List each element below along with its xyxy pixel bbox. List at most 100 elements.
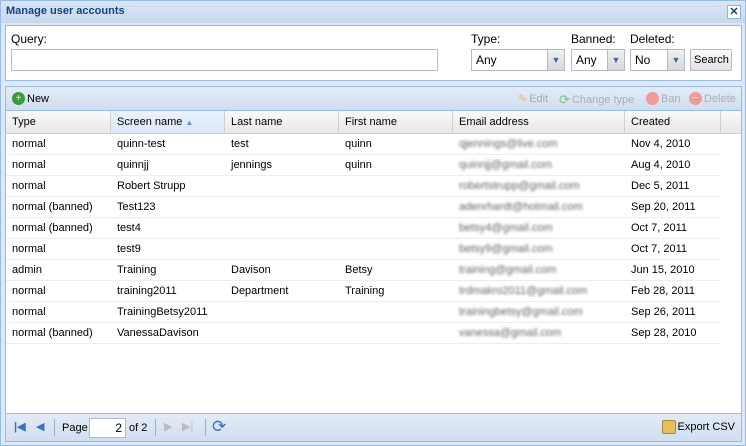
export-csv-button[interactable]: Export CSV: [661, 420, 735, 434]
type-select[interactable]: Any ▼: [471, 49, 565, 71]
search-button[interactable]: Search: [690, 49, 732, 71]
cell-first-name: quinn: [345, 138, 372, 150]
cell-type: normal (banned): [12, 222, 93, 234]
table-row[interactable]: normal (banned) VanessaDavison vanessa@gma…: [6, 323, 721, 344]
cell-first-name: Training: [345, 285, 385, 297]
cell-first-name: [339, 218, 453, 238]
search-form: Query: Type: Any ▼ Banned: Any ▼ Deleted: …: [5, 25, 742, 81]
cell-created: Jun 15, 2010: [631, 264, 695, 276]
column-header-last-name[interactable]: Last name: [225, 111, 339, 133]
refresh-arrows-icon: ⟳: [559, 92, 570, 107]
banned-value: Any: [576, 53, 597, 67]
cell-created: Feb 28, 2011: [631, 285, 696, 297]
cell-type: normal (banned): [12, 327, 93, 339]
table-row[interactable]: normal (banned) test4 betsy4@gmail.com Oct …: [6, 218, 721, 239]
cell-screen-name: training2011: [117, 285, 177, 297]
cell-last-name: [225, 176, 339, 196]
window-title-bar: Manage user accounts ✕: [1, 1, 745, 23]
cell-created: Dec 5, 2011: [631, 180, 690, 192]
table-row[interactable]: normal quinn-test test quinn qjennings@live.…: [6, 134, 721, 155]
page-number-input[interactable]: [89, 418, 126, 438]
delete-icon: −: [689, 92, 702, 105]
cell-type: normal: [12, 306, 46, 318]
table-row[interactable]: normal (banned) Test123 adenrhardt@hotmail…: [6, 197, 721, 218]
ban-label: Ban: [661, 92, 681, 105]
chevron-down-icon[interactable]: ▼: [547, 50, 564, 70]
cell-last-name: jennings: [231, 159, 272, 171]
chevron-down-icon[interactable]: ▼: [607, 50, 624, 70]
first-page-icon[interactable]: |◀: [14, 420, 26, 433]
export-icon: [661, 420, 676, 434]
cell-last-name: [225, 302, 339, 322]
new-button[interactable]: + New: [12, 92, 49, 105]
column-header-created[interactable]: Created: [625, 111, 721, 133]
cell-type: normal: [12, 285, 46, 297]
cell-first-name: [339, 197, 453, 217]
cell-created: Sep 20, 2011: [631, 201, 696, 213]
new-label: New: [27, 92, 50, 105]
cell-type: normal: [12, 243, 46, 255]
cell-last-name: Davison: [231, 264, 271, 276]
banned-select[interactable]: Any ▼: [571, 49, 625, 71]
export-csv-label: Export CSV: [677, 421, 735, 433]
manage-user-accounts-window: Manage user accounts ✕ Query: Type: Any ▼…: [0, 0, 746, 446]
next-page-icon[interactable]: ▶: [164, 420, 172, 433]
query-input[interactable]: [11, 49, 438, 71]
cell-screen-name: TrainingBetsy2011: [117, 306, 208, 318]
query-label: Query:: [11, 32, 48, 46]
users-grid: + New ✎ Edit ⟳ Change type Ban − Delete Type…: [5, 86, 742, 442]
paging-toolbar: |◀ ◀ Page of 2 ▶ ▶| ⟳ Export CSV: [6, 413, 741, 441]
change-type-button[interactable]: ⟳ Change type: [559, 92, 634, 108]
grid-header: Type Screen name ▲ Last name First name …: [6, 111, 741, 134]
cell-email: training@gmail.com: [459, 264, 557, 276]
cell-created: Oct 7, 2011: [631, 222, 688, 234]
cell-last-name: Department: [231, 285, 289, 297]
add-icon: +: [12, 92, 25, 105]
grid-body: normal quinn-test test quinn qjennings@live.…: [6, 134, 741, 344]
table-row[interactable]: normal quinnjj jennings quinn quinnjj@gmail.…: [6, 155, 721, 176]
deleted-select[interactable]: No ▼: [630, 49, 685, 71]
refresh-icon[interactable]: ⟳: [212, 417, 226, 437]
cell-first-name: [339, 302, 453, 322]
cell-first-name: [339, 323, 453, 343]
table-row[interactable]: normal Robert Strupp robertstrupp@gmail.co…: [6, 176, 721, 197]
cell-screen-name: test4: [117, 222, 141, 234]
cell-type: normal: [12, 180, 46, 192]
cell-email: vanessa@gmail.com: [459, 327, 562, 339]
page-label: Page: [62, 422, 88, 434]
cell-email: trdmakro2011@gmail.com: [459, 285, 588, 297]
page-count: of 2: [129, 422, 148, 434]
separator: [54, 419, 55, 436]
cell-screen-name: Robert Strupp: [117, 180, 186, 192]
table-row[interactable]: normal test9 betsy9@gmail.com Oct 7, 2011: [6, 239, 721, 260]
table-row[interactable]: normal training2011 Department Training trdm…: [6, 281, 721, 302]
cell-email: trainingbetsy@gmail.com: [459, 306, 583, 318]
table-row[interactable]: admin Training Davison Betsy training@gmail.…: [6, 260, 721, 281]
deleted-value: No: [635, 53, 651, 67]
cell-created: Sep 26, 2011: [631, 306, 696, 318]
cell-last-name: [225, 239, 339, 259]
column-header-type[interactable]: Type: [6, 111, 111, 133]
close-icon[interactable]: ✕: [727, 5, 741, 19]
separator: [155, 419, 156, 436]
cell-type: normal: [12, 138, 46, 150]
last-page-icon[interactable]: ▶|: [182, 420, 193, 433]
edit-button[interactable]: ✎ Edit: [518, 92, 549, 106]
cell-first-name: [339, 239, 453, 259]
previous-page-icon[interactable]: ◀: [36, 420, 44, 433]
delete-button[interactable]: − Delete: [689, 92, 736, 105]
cell-first-name: quinn: [345, 159, 372, 171]
cell-first-name: [339, 176, 453, 196]
cell-email: adenrhardt@hotmail.com: [459, 201, 583, 213]
column-header-screen-name[interactable]: Screen name ▲: [111, 111, 225, 133]
chevron-down-icon[interactable]: ▼: [667, 50, 684, 70]
edit-label: Edit: [529, 92, 549, 105]
column-header-email[interactable]: Email address: [453, 111, 625, 133]
cell-type: admin: [12, 264, 42, 276]
table-row[interactable]: normal TrainingBetsy2011 trainingbetsy@gma…: [6, 302, 721, 323]
column-header-first-name[interactable]: First name: [339, 111, 453, 133]
cell-type: normal (banned): [12, 201, 93, 213]
type-value: Any: [476, 53, 497, 67]
ban-button[interactable]: Ban: [646, 92, 681, 105]
cell-first-name: Betsy: [345, 264, 373, 276]
